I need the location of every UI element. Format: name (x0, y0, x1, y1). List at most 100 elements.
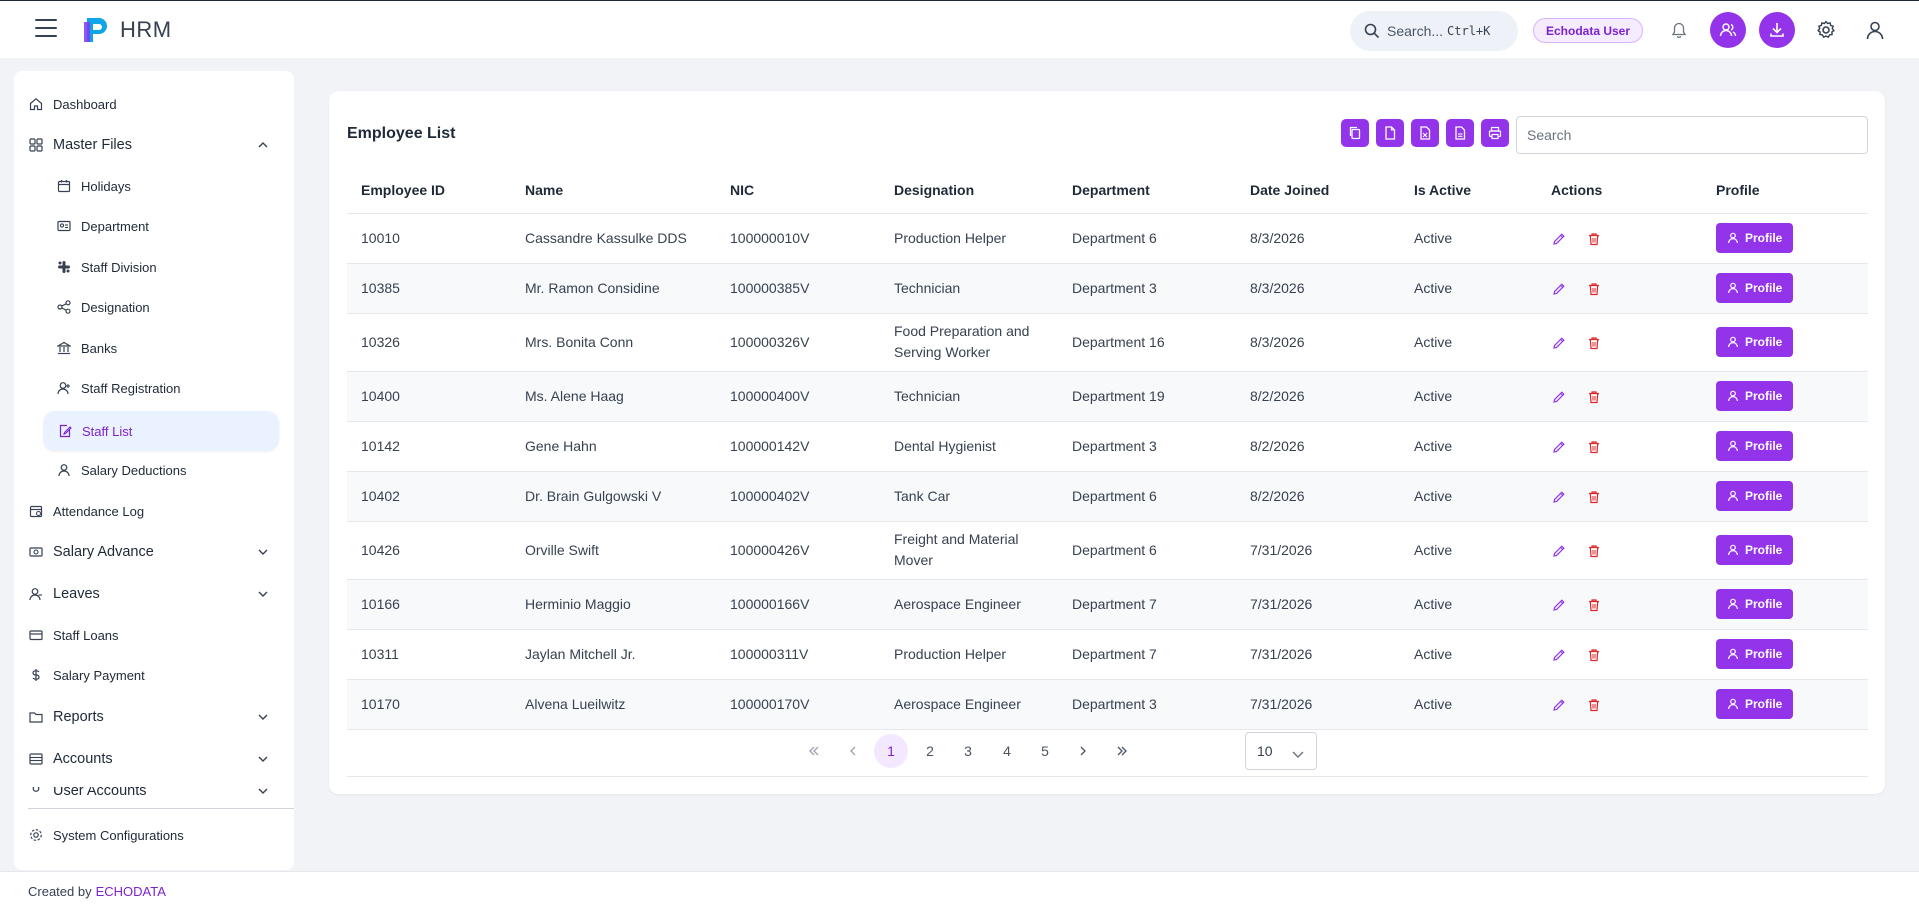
name-cell: Gene Hahn (511, 421, 716, 472)
column-header[interactable]: Designation (880, 167, 1058, 214)
nic-cell: 100000142V (716, 421, 880, 472)
sidebar-item-salary-deductions[interactable]: Salary Deductions (56, 460, 292, 480)
edit-pencil-icon[interactable] (1551, 439, 1567, 455)
last-page-button[interactable] (1105, 734, 1139, 768)
column-header[interactable]: Is Active (1400, 167, 1537, 214)
profile-button-label: Profile (1745, 696, 1783, 711)
profile-button[interactable]: Profile (1716, 535, 1794, 565)
next-page-button[interactable] (1066, 734, 1100, 768)
page-size-select[interactable]: 10 (1245, 732, 1317, 770)
export-excel-button[interactable] (1411, 119, 1439, 147)
footer-brand-link[interactable]: ECHODATA (96, 884, 166, 899)
page-5-button[interactable]: 5 (1028, 734, 1062, 768)
delete-trash-icon[interactable] (1586, 281, 1602, 297)
sidebar-item-salary-advance[interactable]: Salary Advance (28, 542, 286, 562)
global-search[interactable]: Search... Ctrl+K (1350, 11, 1518, 51)
page-1-button[interactable]: 1 (874, 734, 908, 768)
edit-pencil-icon[interactable] (1551, 697, 1567, 713)
edit-pencil-icon[interactable] (1551, 281, 1567, 297)
first-page-button[interactable] (797, 734, 831, 768)
column-header[interactable]: Name (511, 167, 716, 214)
sidebar-item-reports[interactable]: Reports (28, 707, 286, 727)
column-header[interactable]: Date Joined (1236, 167, 1400, 214)
edit-pencil-icon[interactable] (1551, 389, 1567, 405)
sidebar-item-label: Accounts (53, 751, 113, 767)
prev-page-button[interactable] (836, 734, 870, 768)
sidebar-item-staff-list[interactable]: Staff List (43, 411, 279, 451)
chevron-down-icon (258, 712, 268, 723)
profile-button[interactable]: Profile (1716, 223, 1794, 253)
export-csv-button[interactable] (1376, 119, 1404, 147)
sidebar-item-holidays[interactable]: Holidays (56, 176, 292, 196)
department-cell: Department 3 (1058, 263, 1236, 314)
export-pdf-button[interactable] (1446, 119, 1474, 147)
edit-pencil-icon[interactable] (1551, 335, 1567, 351)
pagination: 1 2 3 4 5 10 (329, 732, 1885, 770)
delete-trash-icon[interactable] (1586, 647, 1602, 663)
sidebar-item-attendance-log[interactable]: Attendance Log (28, 501, 286, 521)
sidebar-item-dashboard[interactable]: Dashboard (28, 94, 286, 114)
delete-trash-icon[interactable] (1586, 543, 1602, 559)
profile-button[interactable]: Profile (1716, 689, 1794, 719)
profile-button[interactable]: Profile (1716, 639, 1794, 669)
column-header[interactable]: Employee ID (347, 167, 511, 214)
sidebar-item-department[interactable]: Department (56, 216, 292, 236)
status-cell: Active (1400, 471, 1537, 522)
copy-button[interactable] (1341, 119, 1369, 147)
sidebar-item-staff-loans[interactable]: Staff Loans (28, 625, 286, 645)
sidebar-item-salary-payment[interactable]: Salary Payment (28, 665, 286, 685)
sidebar-item-staff-division[interactable]: Staff Division (56, 257, 292, 277)
delete-trash-icon[interactable] (1586, 439, 1602, 455)
users-switch-icon[interactable] (1710, 12, 1746, 48)
delete-trash-icon[interactable] (1586, 489, 1602, 505)
user-badge[interactable]: Echodata User (1533, 18, 1644, 43)
page-3-button[interactable]: 3 (951, 734, 985, 768)
name-cell: Orville Swift (511, 521, 716, 580)
delete-trash-icon[interactable] (1586, 389, 1602, 405)
edit-pencil-icon[interactable] (1551, 543, 1567, 559)
column-header[interactable]: Department (1058, 167, 1236, 214)
sidebar-item-designation[interactable]: Designation (56, 297, 292, 317)
edit-pencil-icon[interactable] (1551, 489, 1567, 505)
profile-button[interactable]: Profile (1716, 327, 1794, 357)
profile-button[interactable]: Profile (1716, 273, 1794, 303)
page-2-button[interactable]: 2 (913, 734, 947, 768)
status-cell: Active (1400, 213, 1537, 264)
sidebar-item-banks[interactable]: Banks (56, 338, 292, 358)
delete-trash-icon[interactable] (1586, 231, 1602, 247)
profile-button[interactable]: Profile (1716, 381, 1794, 411)
edit-pencil-icon[interactable] (1551, 647, 1567, 663)
sidebar-item-user-accounts[interactable]: User Accounts (28, 787, 286, 795)
menu-icon[interactable] (35, 19, 57, 37)
sidebar-item-staff-registration[interactable]: Staff Registration (56, 378, 292, 398)
page-4-button[interactable]: 4 (990, 734, 1024, 768)
download-icon[interactable] (1759, 12, 1795, 48)
edit-pencil-icon[interactable] (1551, 597, 1567, 613)
actions-cell (1537, 313, 1702, 372)
delete-trash-icon[interactable] (1586, 597, 1602, 613)
sidebar-item-master-files[interactable]: Master Files (28, 135, 286, 155)
print-button[interactable] (1481, 119, 1509, 147)
profile-button[interactable]: Profile (1716, 431, 1794, 461)
sidebar-item-accounts[interactable]: Accounts (28, 749, 286, 769)
delete-trash-icon[interactable] (1586, 335, 1602, 351)
notification-bell-icon[interactable] (1661, 12, 1697, 48)
page-title: Employee List (347, 125, 456, 142)
sidebar-item-label: User Accounts (53, 787, 147, 795)
profile-button[interactable]: Profile (1716, 589, 1794, 619)
settings-gear-icon[interactable] (1808, 12, 1844, 48)
column-header[interactable]: NIC (716, 167, 880, 214)
edit-pencil-icon[interactable] (1551, 231, 1567, 247)
table-header-row: Employee ID Name NIC Designation Departm… (347, 167, 1868, 214)
profile-cell: Profile (1702, 679, 1868, 730)
table-search-input[interactable] (1516, 116, 1868, 154)
sidebar-item-leaves[interactable]: Leaves (28, 584, 286, 604)
app-logo[interactable]: HRM (80, 14, 172, 46)
nic-cell: 100000326V (716, 313, 880, 372)
user-account-icon[interactable] (1857, 12, 1893, 48)
sidebar-item-system-configurations[interactable]: System Configurations (28, 825, 286, 845)
nic-cell: 100000400V (716, 371, 880, 422)
status-cell: Active (1400, 521, 1537, 580)
delete-trash-icon[interactable] (1586, 697, 1602, 713)
profile-button[interactable]: Profile (1716, 481, 1794, 511)
